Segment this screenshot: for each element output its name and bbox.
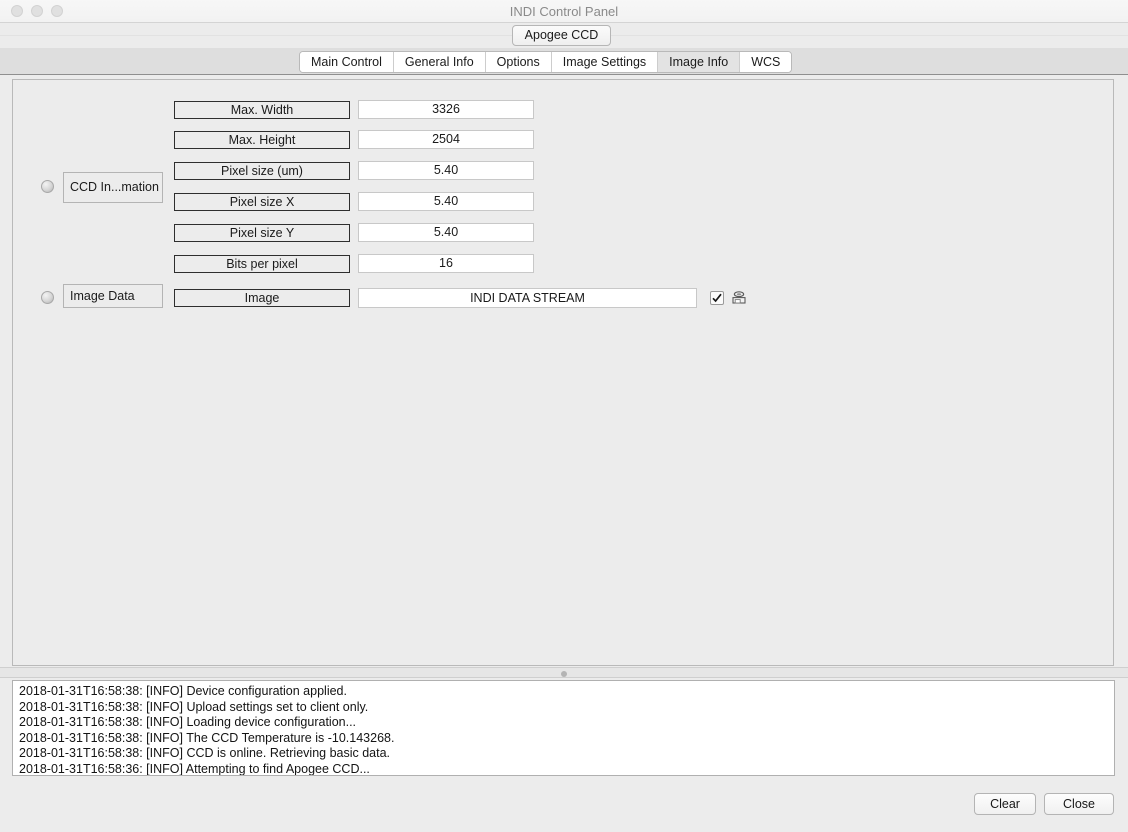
group-label-image-data: Image Data [63, 284, 163, 308]
close-button-footer[interactable]: Close [1044, 793, 1114, 815]
tab-image-settings[interactable]: Image Settings [551, 52, 659, 72]
clear-button[interactable]: Clear [974, 793, 1036, 815]
tab-options[interactable]: Options [485, 52, 552, 72]
tab-main-control[interactable]: Main Control [300, 52, 394, 72]
label-pixel-size-y[interactable]: Pixel size Y [174, 224, 350, 242]
log-lines-container: 2018-01-31T16:58:38: [INFO] Device confi… [13, 681, 1114, 776]
window-controls [11, 5, 63, 17]
panel-splitter[interactable] [0, 667, 1128, 678]
image-info-panel: CCD In...mation Max. Width 3326 Max. Hei… [12, 79, 1114, 666]
main-tabbar: Main Control General Info Options Image Set… [299, 51, 793, 73]
group-label-ccd-information: CCD In...mation [63, 172, 163, 203]
minimize-button[interactable] [31, 5, 43, 17]
tab-wcs[interactable]: WCS [740, 52, 792, 72]
label-image[interactable]: Image [174, 289, 350, 307]
log-line: 2018-01-31T16:58:38: [INFO] Loading devi… [19, 715, 357, 730]
log-output-panel[interactable]: 2018-01-31T16:58:38: [INFO] Device confi… [12, 680, 1115, 776]
log-line: 2018-01-31T16:58:36: [INFO] Attempting t… [19, 761, 370, 776]
device-tab-apogee-ccd[interactable]: Apogee CCD [512, 25, 611, 46]
value-bits-per-pixel[interactable]: 16 [358, 254, 534, 273]
tab-general-info[interactable]: General Info [393, 52, 486, 72]
close-button[interactable] [11, 5, 23, 17]
window-titlebar: INDI Control Panel [0, 0, 1128, 23]
idle-led [41, 180, 54, 193]
window-title: INDI Control Panel [509, 4, 619, 19]
label-pixel-size-um[interactable]: Pixel size (um) [174, 162, 350, 180]
splitter-handle-icon[interactable] [561, 671, 567, 677]
maximize-button[interactable] [51, 5, 63, 17]
value-pixel-size-um[interactable]: 5.40 [358, 161, 534, 180]
log-line: 2018-01-31T16:58:38: [INFO] CCD is onlin… [19, 746, 391, 761]
idle-led [41, 291, 54, 304]
indi-control-panel-window: INDI Control Panel Apogee CCD Main Contr… [0, 0, 1128, 832]
label-max-height[interactable]: Max. Height [174, 131, 350, 149]
label-pixel-size-x[interactable]: Pixel size X [174, 193, 350, 211]
tabbar-bottom-divider [0, 74, 1128, 75]
blob-enable-checkbox[interactable] [710, 291, 724, 305]
log-line: 2018-01-31T16:58:38: [INFO] The CCD Temp… [19, 730, 395, 745]
log-line: 2018-01-31T16:58:38: [INFO] Upload setti… [19, 699, 369, 714]
label-bits-per-pixel[interactable]: Bits per pixel [174, 255, 350, 273]
tab-image-info[interactable]: Image Info [658, 52, 741, 72]
value-indi-data-stream[interactable]: INDI DATA STREAM [358, 288, 697, 308]
value-max-height[interactable]: 2504 [358, 130, 534, 149]
log-line: 2018-01-31T16:58:38: [INFO] Device confi… [19, 684, 347, 698]
value-max-width[interactable]: 3326 [358, 100, 534, 119]
value-pixel-size-y[interactable]: 5.40 [358, 223, 534, 242]
save-blob-icon[interactable] [731, 291, 747, 306]
value-pixel-size-x[interactable]: 5.40 [358, 192, 534, 211]
label-max-width[interactable]: Max. Width [174, 101, 350, 119]
